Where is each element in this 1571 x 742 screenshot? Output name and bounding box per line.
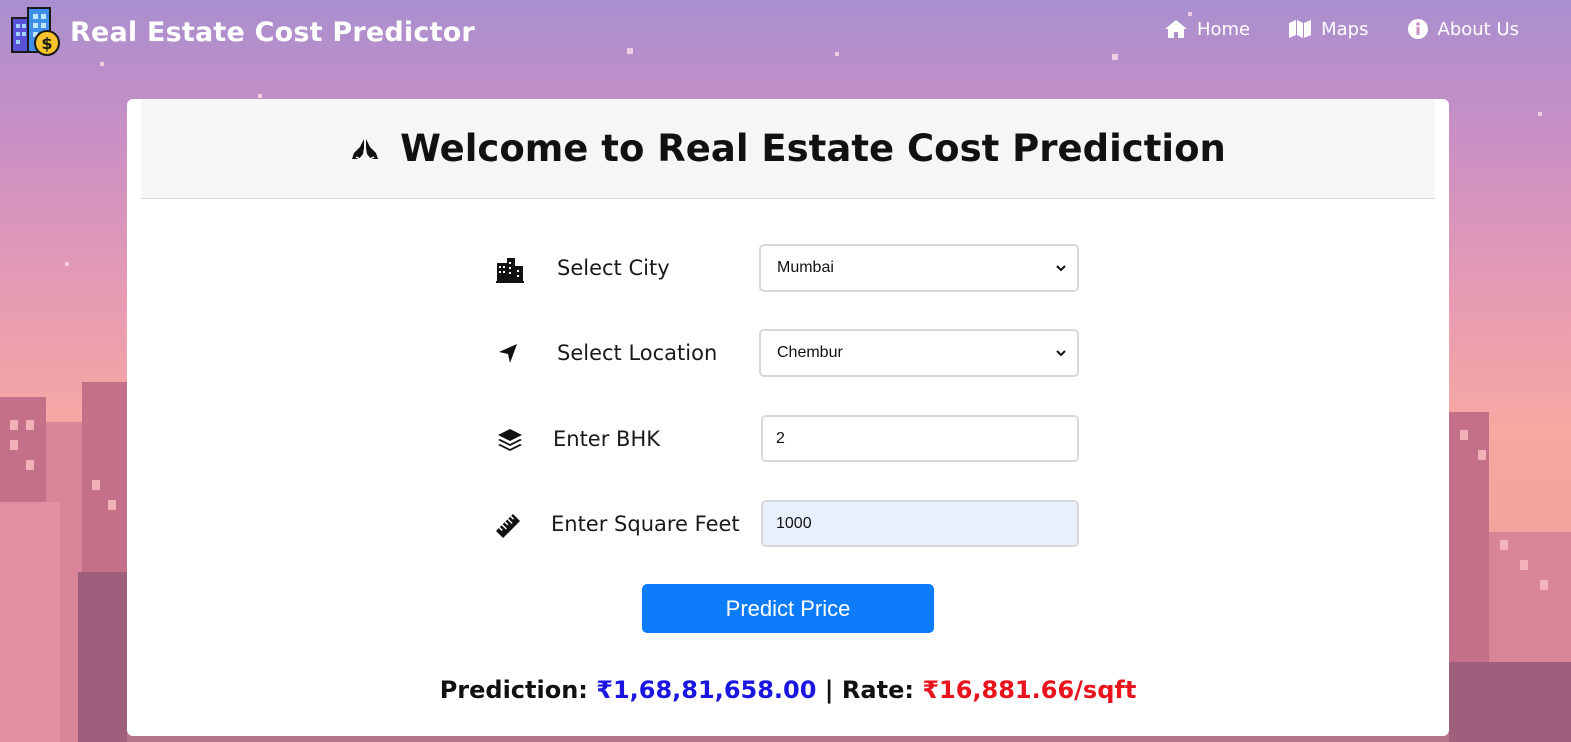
bhk-input[interactable] [761,415,1079,462]
nav-item-about-us[interactable]: About Us [1407,18,1520,40]
star [1538,112,1542,116]
city-selected-value: Mumbai [777,259,834,276]
building [0,397,46,742]
location-row: Select Location Chembur [127,329,1449,379]
layers-icon [498,429,522,451]
building [1489,532,1571,742]
window [10,440,18,450]
building [0,502,60,742]
window [1540,580,1548,590]
city-label: Select City [557,256,670,280]
window [10,420,18,430]
city-select[interactable]: Mumbai [759,244,1079,292]
nav-menu: Home Maps About Us [1126,18,1519,40]
building-coin-logo-icon: $ [10,6,62,58]
nav-item-maps[interactable]: Maps [1288,18,1369,40]
rate-label: Rate: [841,676,914,704]
home-icon [1164,20,1187,38]
brand[interactable]: $ Real Estate Cost Predictor [10,6,475,58]
predict-price-button[interactable]: Predict Price [642,584,934,633]
location-select[interactable]: Chembur [759,329,1079,377]
ruler-icon [495,513,521,539]
window [108,500,116,510]
result-separator: | [824,676,834,704]
window [26,420,34,430]
star [65,262,69,266]
praying-hands-icon [352,138,379,160]
building [78,572,127,742]
window [1460,430,1468,440]
window [26,460,34,470]
app-title: Real Estate Cost Predictor [70,16,475,48]
window [92,480,100,490]
building [1449,662,1571,742]
city-icon [496,258,524,283]
chevron-down-icon [1056,265,1066,272]
nav-item-label: Home [1196,18,1251,40]
city-row: Select City Mumbai [127,244,1449,294]
top-navbar: $ Real Estate Cost Predictor Home Maps A… [0,0,1571,64]
location-arrow-icon [499,344,517,363]
location-selected-value: Chembur [777,344,843,361]
prediction-card: Welcome to Real Estate Cost Prediction S… [127,99,1449,736]
info-icon [1407,19,1428,39]
window [1478,450,1486,460]
building [46,422,82,742]
building [82,382,127,742]
sqft-row: Enter Square Feet [127,500,1449,550]
building [1449,412,1489,742]
window [1500,540,1508,550]
rate-value: ₹16,881.66/sqft [922,676,1137,704]
nav-item-label: Maps [1321,18,1369,40]
star [258,94,262,98]
nav-item-home[interactable]: Home [1164,19,1250,40]
sqft-input[interactable] [761,500,1079,547]
sqft-label: Enter Square Feet [551,512,740,536]
svg-text:$: $ [41,34,52,53]
bhk-label: Enter BHK [553,427,661,451]
bhk-row: Enter BHK [127,415,1449,465]
card-header: Welcome to Real Estate Cost Prediction [141,99,1435,199]
location-label: Select Location [557,341,718,365]
page-title-text: Welcome to Real Estate Cost Prediction [400,127,1226,170]
chevron-down-icon [1056,350,1066,357]
prediction-label: Prediction: [439,676,588,704]
map-icon [1289,20,1312,38]
nav-item-label: About Us [1437,18,1520,40]
page-title: Welcome to Real Estate Cost Prediction [350,127,1226,170]
prediction-value: ₹1,68,81,658.00 [596,676,817,704]
window [1520,560,1528,570]
prediction-result: Prediction: ₹1,68,81,658.00 | Rate: ₹16,… [127,676,1449,704]
